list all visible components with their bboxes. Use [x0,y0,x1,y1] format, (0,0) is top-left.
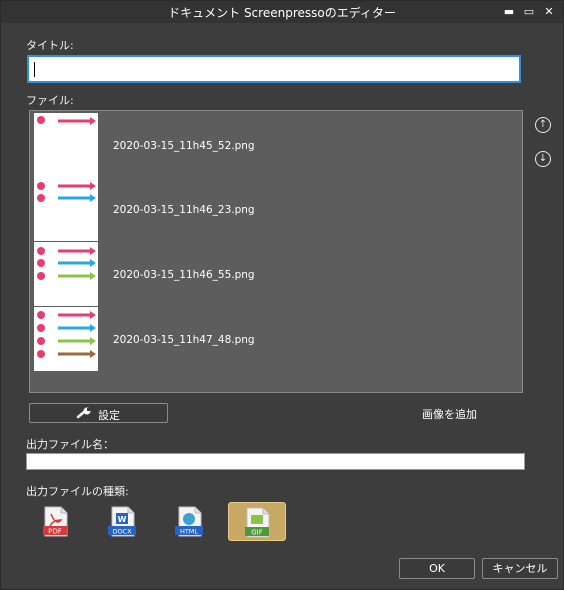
title-label: タイトル: [26,39,74,52]
move-up-button[interactable]: ↑ [535,117,551,133]
output-name-input[interactable] [26,453,525,470]
file-thumbnail [34,113,98,177]
file-list-item[interactable]: 2020-03-15_11h45_52.png [34,113,504,177]
text-caret [34,62,35,77]
maximize-button[interactable]: ▭ [522,5,536,19]
svg-text:GIF: GIF [251,529,263,537]
gif-icon: GIF [243,507,273,542]
file-list-item[interactable]: 2020-03-15_11h46_55.png [34,242,504,306]
settings-label: 設定 [98,409,120,422]
file-thumbnail [34,177,98,241]
file-list[interactable]: 2020-03-15_11h45_52.png 2020-03-15_11h46… [29,110,523,393]
svg-text:PDF: PDF [48,528,62,536]
arrow-down-circle-icon: ↓ [538,153,548,164]
svg-text:DOCX: DOCX [112,528,132,536]
file-thumbnail [34,242,98,306]
title-bar: ドキュメント Screenpressoのエディター ▬ ▭ ✕ [1,1,563,23]
file-list-item[interactable]: 2020-03-15_11h47_48.png [34,307,504,371]
file-name: 2020-03-15_11h47_48.png [113,334,255,346]
wrench-icon [76,407,92,423]
file-name: 2020-03-15_11h45_52.png [113,140,255,152]
settings-button[interactable]: 設定 [29,403,168,423]
arrow-up-circle-icon: ↑ [538,119,548,130]
format-docx-option[interactable]: W DOCX [94,502,152,541]
format-gif-option[interactable]: GIF [228,502,286,541]
ok-button[interactable]: OK [399,558,475,579]
file-name: 2020-03-15_11h46_55.png [113,269,255,281]
file-name: 2020-03-15_11h46_23.png [113,204,255,216]
output-type-label: 出力ファイルの種類: [26,485,129,498]
close-button[interactable]: ✕ [542,5,556,19]
move-down-button[interactable]: ↓ [535,151,551,167]
docx-icon: W DOCX [108,506,138,541]
output-name-label: 出力ファイル名： [26,438,114,451]
svg-text:HTML: HTML [180,528,198,536]
pdf-icon: PDF [41,506,71,541]
html-icon: HTML [175,506,205,541]
format-pdf-option[interactable]: PDF [27,502,85,541]
window-title: ドキュメント Screenpressoのエディター [168,6,396,20]
title-input[interactable] [27,55,521,83]
svg-text:W: W [118,515,127,524]
minimize-button[interactable]: ▬ [502,5,516,19]
format-html-option[interactable]: HTML [161,502,219,541]
cancel-button[interactable]: キャンセル [482,558,558,579]
file-thumbnail [34,307,98,371]
add-image-link[interactable]: 画像を追加 [422,406,477,422]
files-label: ファイル: [26,94,74,107]
editor-window: ドキュメント Screenpressoのエディター ▬ ▭ ✕ タイトル: ファ… [0,0,564,590]
file-list-item[interactable]: 2020-03-15_11h46_23.png [34,177,504,241]
